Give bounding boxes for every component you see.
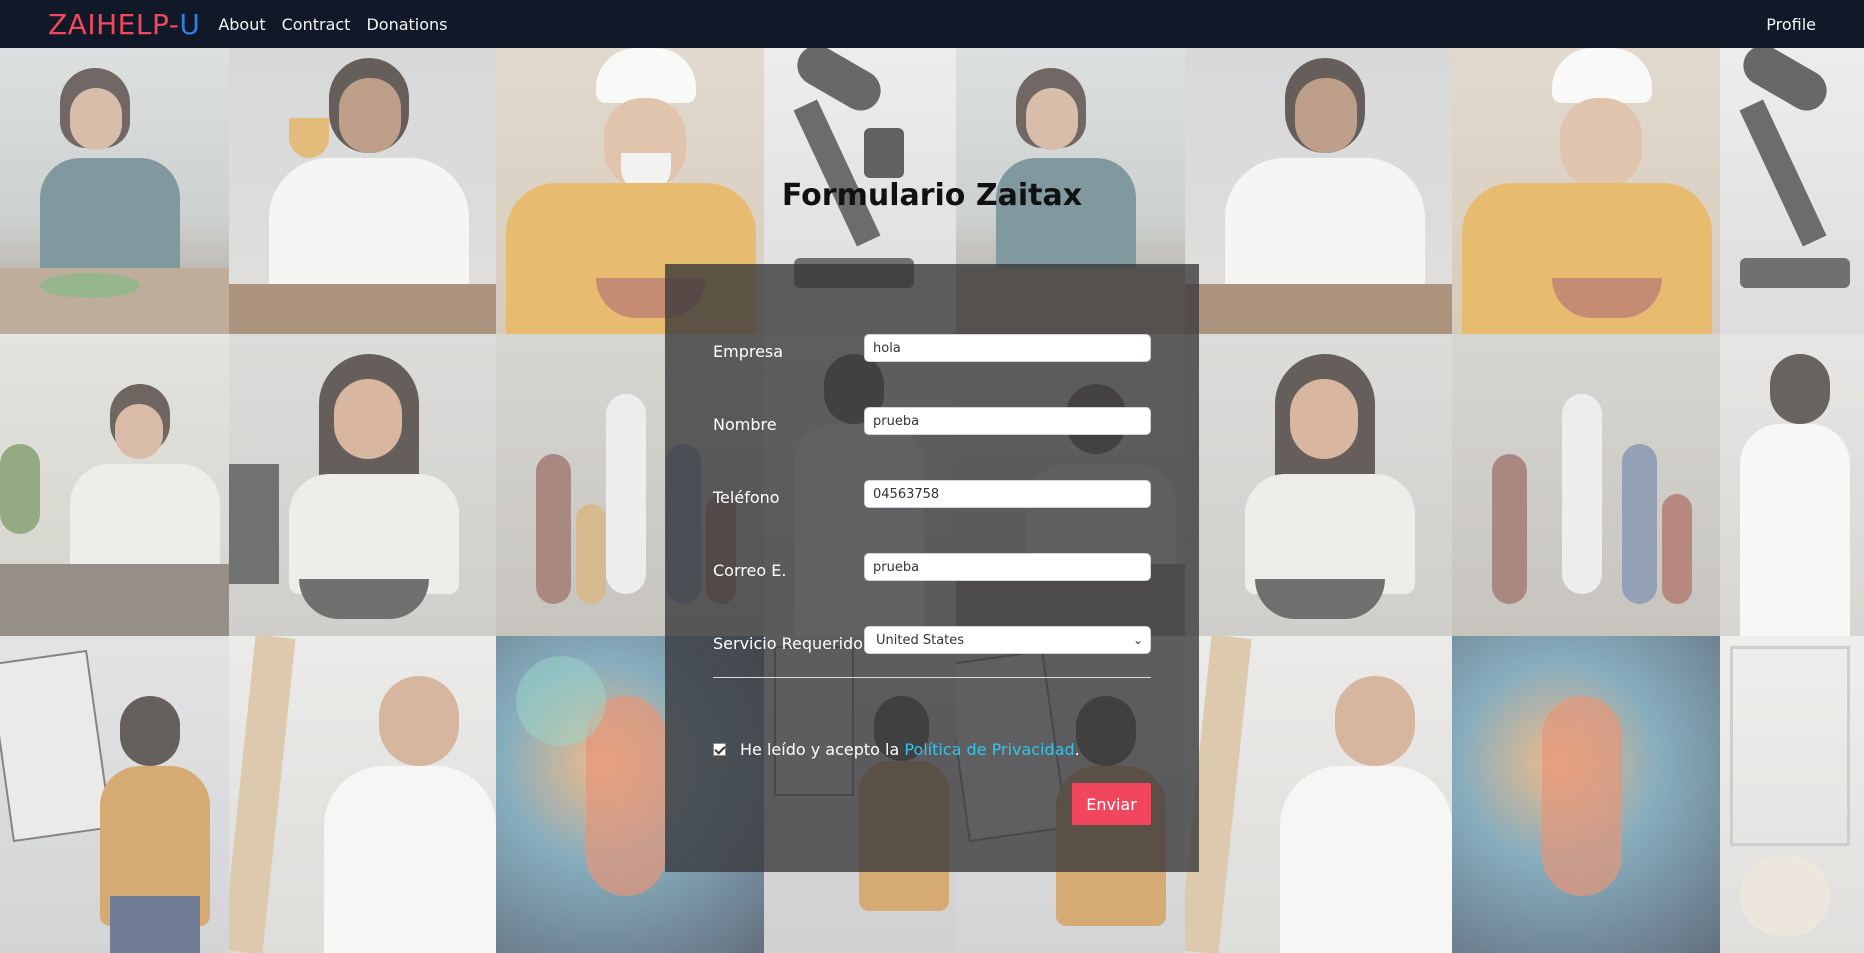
correo-label: Correo E.	[713, 561, 787, 580]
consent-text-prefix: He leído y acepto la	[740, 740, 905, 759]
photo-abstract-art-repeat	[1452, 636, 1720, 953]
nombre-label: Nombre	[713, 415, 777, 434]
form-row-telefono: Teléfono	[713, 480, 1151, 510]
privacy-consent: He leído y acepto la Política de Privaci…	[713, 740, 1080, 759]
form-divider	[713, 677, 1151, 678]
chevron-down-icon: ⌄	[1132, 633, 1143, 647]
correo-input[interactable]	[864, 553, 1151, 581]
photo-woman-cooking	[229, 334, 496, 636]
nombre-input[interactable]	[864, 407, 1151, 435]
privacy-policy-link[interactable]: Política de Privacidad	[904, 740, 1074, 759]
servicio-label: Servicio Requerido	[713, 634, 863, 653]
brand-text-primary: ZAIHELP-	[48, 7, 180, 41]
nav-link-donations[interactable]: Donations	[366, 15, 447, 34]
servicio-select[interactable]: United States ⌄	[864, 626, 1151, 654]
brand-logo-link[interactable]: ZAIHELP-U	[48, 8, 200, 41]
consent-text-suffix: .	[1074, 740, 1080, 759]
photo-scientist-woman-repeat	[1720, 334, 1864, 636]
form-row-nombre: Nombre	[713, 407, 1151, 437]
form-row-correo: Correo E.	[713, 553, 1151, 583]
form-title: Formulario Zaitax	[781, 178, 1083, 213]
submit-button[interactable]: Enviar	[1072, 783, 1151, 825]
form-row-servicio: Servicio Requerido United States ⌄	[713, 626, 1151, 656]
privacy-consent-checkbox[interactable]	[713, 743, 726, 756]
nav-link-about[interactable]: About	[218, 15, 265, 34]
brand-text-accent: U	[179, 7, 201, 41]
servicio-selected-value: United States	[876, 632, 965, 648]
telefono-label: Teléfono	[713, 488, 780, 507]
empresa-input[interactable]	[864, 334, 1151, 362]
photo-woman-cooking-repeat	[1185, 334, 1452, 636]
photo-group-people-repeat	[1452, 334, 1720, 636]
photo-woman-laptop	[0, 334, 229, 636]
telefono-input[interactable]	[864, 480, 1151, 508]
form-row-empresa: Empresa	[713, 334, 1151, 364]
nav-link-contract[interactable]: Contract	[282, 15, 351, 34]
photo-window-teddy	[1720, 636, 1864, 953]
top-navbar: ZAIHELP-U About Contract Donations Profi…	[0, 0, 1864, 48]
photo-man-painting	[229, 636, 496, 953]
photo-man-painting-repeat	[1185, 636, 1452, 953]
form-panel: Empresa Nombre Teléfono Correo E. Servic…	[665, 264, 1199, 872]
nav-link-profile[interactable]: Profile	[1766, 15, 1816, 34]
empresa-label: Empresa	[713, 342, 784, 361]
photo-woman-painting	[0, 636, 229, 953]
